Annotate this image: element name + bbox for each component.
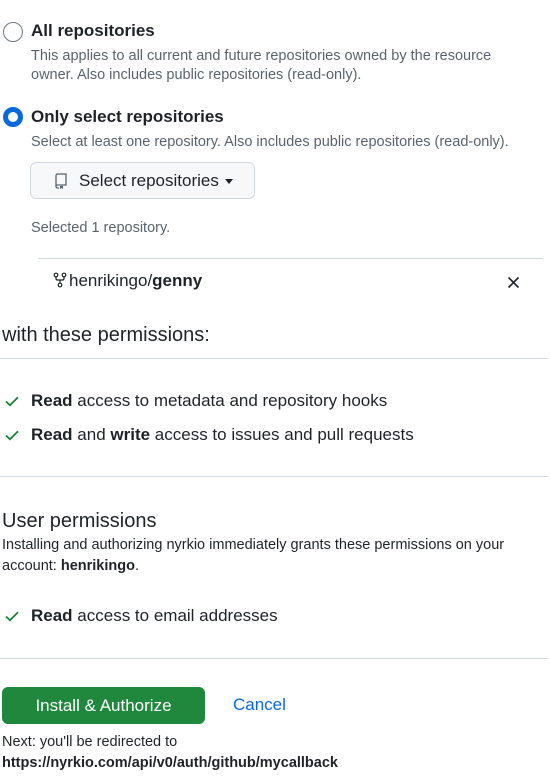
repo-icon [53, 172, 69, 189]
cancel-link[interactable]: Cancel [233, 695, 286, 715]
install-authorize-button[interactable]: Install & Authorize [2, 687, 205, 724]
account-name: henrikingo [60, 558, 135, 574]
selected-repo-owner: henrikingo/ [69, 271, 153, 290]
remove-repo-close-icon[interactable] [507, 276, 520, 289]
user-permissions-heading: User permissions [2, 510, 157, 532]
selected-repo-divider [38, 258, 543, 259]
option-all-repositories-desc-line2: owner. Also includes public repositories… [31, 67, 362, 83]
select-repositories-label: Select repositories [79, 170, 219, 190]
redirect-url: https://nyrkio.com/api/v0/auth/github/my… [2, 755, 338, 771]
check-icon [4, 427, 20, 443]
fork-icon [52, 272, 68, 288]
option-only-select-label[interactable]: Only select repositories [31, 107, 224, 127]
radio-only-select-repositories[interactable] [3, 107, 23, 127]
permissions-heading: with these permissions: [2, 324, 210, 346]
permission-item-metadata: Read access to metadata and repository h… [31, 391, 388, 410]
selected-repo-short-name: genny [152, 271, 203, 290]
radio-all-repositories[interactable] [3, 22, 23, 42]
option-all-repositories-label[interactable]: All repositories [31, 21, 155, 41]
permission-item-email: Read access to email addresses [31, 606, 278, 625]
select-repositories-button[interactable]: Select repositories [30, 162, 255, 199]
selected-repo-name: henrikingo/genny [69, 271, 202, 291]
check-icon [4, 393, 20, 409]
option-all-repositories-desc-line1: This applies to all current and future r… [31, 48, 492, 64]
user-permissions-desc-line1: Installing and authorizing nyrkio immedi… [2, 537, 505, 553]
user-permissions-divider [0, 476, 548, 477]
check-icon [4, 608, 20, 624]
permissions-divider [0, 358, 548, 359]
permission-item-issues-prs: Read and write access to issues and pull… [31, 425, 414, 444]
option-only-select-desc: Select at least one repository. Also inc… [31, 134, 509, 150]
actions-divider [0, 658, 548, 659]
user-permissions-desc-line2: account: henrikingo. [2, 558, 139, 574]
caret-down-icon [224, 179, 233, 184]
redirect-notice: Next: you'll be redirected to [2, 734, 178, 750]
selected-count-text: Selected 1 repository. [31, 220, 171, 236]
